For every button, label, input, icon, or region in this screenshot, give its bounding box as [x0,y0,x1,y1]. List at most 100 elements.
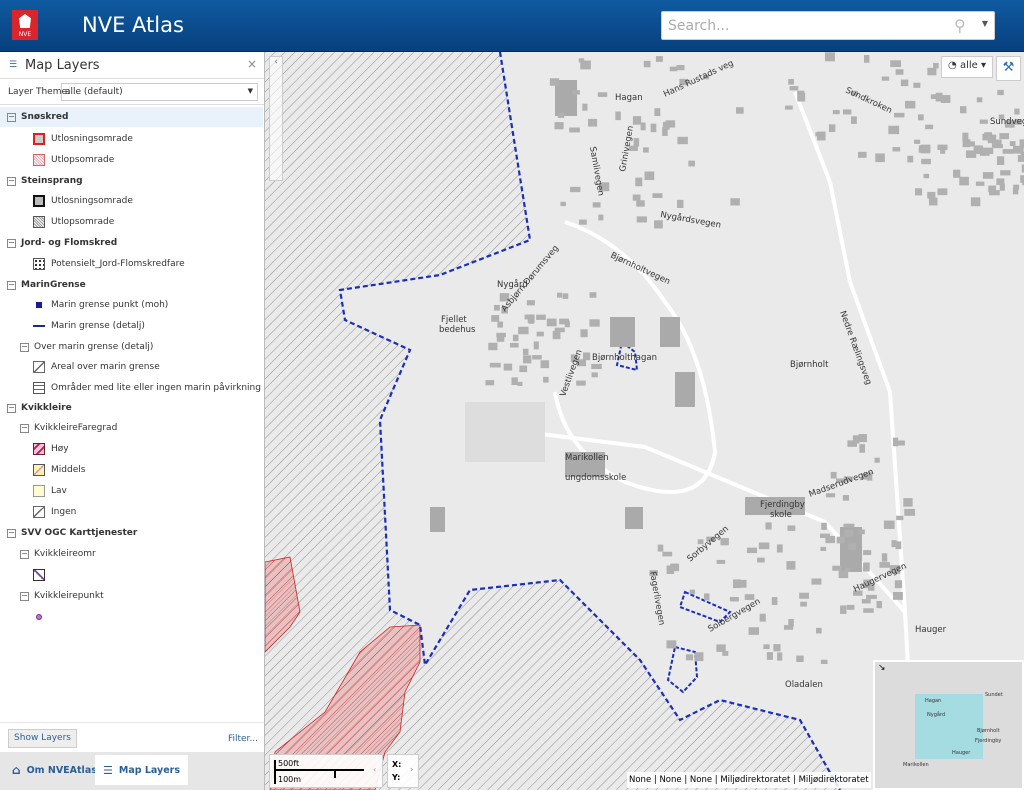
layer-group[interactable]: − Over marin grense (detalj) [0,337,263,357]
building [821,522,827,530]
layer-item[interactable]: Utlosningsomrade [0,129,263,149]
layers-icon: ☰ [9,60,18,70]
layer-item[interactable]: Lav [0,481,263,501]
collapse-toggle-icon[interactable]: − [20,423,29,433]
building [828,124,836,133]
scale-line [274,769,364,771]
collapse-toggle-icon[interactable]: − [7,238,16,248]
legend-symbol-icon [33,443,45,455]
building [517,381,523,386]
building [811,578,822,585]
layer-item[interactable]: Utlosningsomrade [0,191,263,211]
layer-item[interactable]: Potensielt_Jord-Flomskredfare [0,254,263,274]
layer-theme-select[interactable]: alle (default) ▼ [61,83,258,101]
ov-label: Fjerdingby [975,738,1002,744]
building [512,334,519,342]
collapse-toggle-icon[interactable]: − [20,342,29,352]
logo-text: NVE [18,31,32,38]
panel-header: ☰ Map Layers × [0,52,264,79]
building [984,132,993,139]
ov-label: Sundet [985,692,1003,698]
building [1013,184,1020,190]
layer-item[interactable]: Ingen [0,502,263,522]
building [662,126,668,136]
layer-group[interactable]: − Kvikkleirepunkt [0,586,263,606]
building [562,293,569,299]
building [519,365,528,373]
building [1014,108,1020,115]
building [832,110,840,115]
filter-link[interactable]: Filter... [228,734,258,744]
tab-map-layers[interactable]: ☰ Map Layers [95,755,188,785]
svg-text:Marikollen: Marikollen [565,453,609,463]
chevron-left-icon[interactable]: ‹ [274,57,278,67]
collapse-toggle-icon[interactable]: − [7,176,16,186]
building [722,650,729,656]
building [993,144,1003,149]
layer-group[interactable]: − Steinsprang [0,171,263,191]
collapse-arrow-icon[interactable]: ↘ [878,663,886,673]
zoom-slider[interactable]: ‹ [269,56,283,181]
layer-group[interactable]: − Jord- og Flomskred [0,233,263,253]
layer-item[interactable] [0,565,263,585]
close-icon[interactable]: × [247,57,257,71]
layer-group[interactable]: − KvikkleireFaregrad [0,418,263,438]
collapse-toggle-icon[interactable]: − [7,403,16,413]
tools-icon[interactable]: ⚒ [996,56,1021,81]
show-layers-button[interactable]: Show Layers [8,729,77,748]
collapse-toggle-icon[interactable]: − [20,591,29,601]
layer-item[interactable] [0,607,263,627]
home-icon: ⌂ [12,763,21,777]
layer-group[interactable]: − Snøskred [0,107,263,127]
svg-text:Oladalen: Oladalen [785,680,823,690]
layer-item[interactable]: Høy [0,439,263,459]
building [557,112,565,118]
building [748,627,760,635]
search-input[interactable] [662,12,942,39]
layer-item[interactable]: Middels [0,460,263,480]
layer-item[interactable]: Marin grense punkt (moh) [0,295,263,315]
building [836,536,845,544]
map-view[interactable]: Hagan Nygård Fjellet bedehus Bjørnholthag… [265,52,1024,790]
search-icon[interactable]: ⚲ [954,16,974,36]
chevron-right-icon[interactable]: › [410,765,413,774]
building [536,331,544,337]
layer-item[interactable]: Utlopsomrade [0,212,263,232]
building [776,544,783,553]
legend-symbol-icon [33,258,45,270]
building [635,177,643,187]
building [644,171,655,181]
legend-symbol-icon [33,506,45,518]
tab-om-nveatlas[interactable]: ⌂ Om NVEAtlas [4,755,105,785]
collapse-toggle-icon[interactable]: − [20,549,29,559]
collapse-toggle-icon[interactable]: − [7,528,16,538]
building [1009,141,1016,147]
layer-group[interactable]: − Kvikkleire [0,398,263,418]
legend-symbol-icon [33,382,45,394]
building [962,139,971,148]
layer-label: Lav [51,486,67,496]
nve-logo[interactable]: NVE [12,10,38,40]
layer-item[interactable]: Områder med lite eller ingen marin påvir… [0,378,263,398]
collapse-toggle-icon[interactable]: − [7,280,16,290]
building [654,220,663,229]
layer-group[interactable]: − Kvikkleireomr [0,544,263,564]
layer-label: Områder med lite eller ingen marin påvir… [51,383,261,393]
building [632,194,641,201]
layer-group[interactable]: − SVV OGC Karttjenester [0,523,263,543]
building [729,596,739,602]
layer-label: Utlopsomrade [51,217,115,227]
layer-item[interactable]: Marin grense (detalj) [0,316,263,336]
building [830,471,837,479]
building [848,543,857,550]
chevron-left-icon[interactable]: ‹ [373,765,376,774]
layer-group[interactable]: − MarinGrense [0,275,263,295]
collapse-toggle-icon[interactable]: − [7,112,16,122]
overview-map[interactable]: ↘ Hagan Nygård Bjørnholt Fjerdingby Haug… [873,660,1024,790]
layer-item[interactable]: Utlopsomrade [0,150,263,170]
building [636,200,645,207]
basemap-select-button[interactable]: ◔ alle ▾ [941,56,993,78]
search-options-caret-icon[interactable]: ▼ [982,19,988,28]
building [540,360,550,369]
layer-item[interactable]: Areal over marin grense [0,357,263,377]
